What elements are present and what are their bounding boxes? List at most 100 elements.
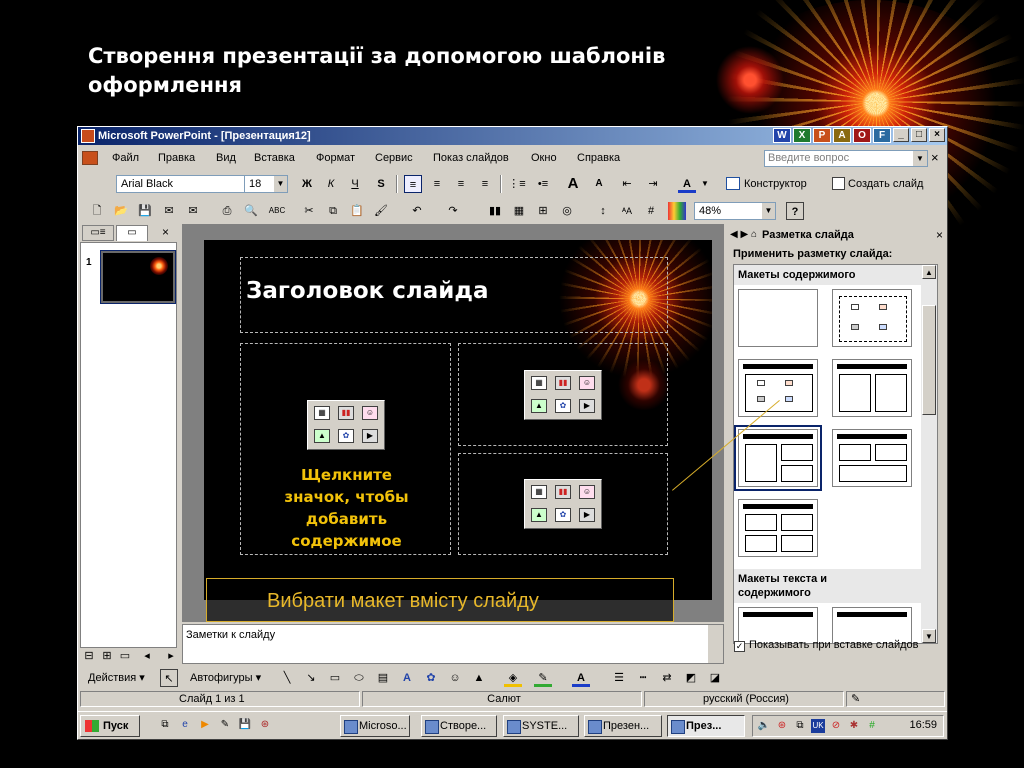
insert-diagram-icon[interactable]: ✿	[555, 399, 571, 413]
save-icon[interactable]: 💾	[136, 202, 154, 220]
layout-title-content-over-two[interactable]	[734, 425, 822, 491]
insert-chart-icon[interactable]: ▮▮	[555, 376, 571, 390]
network-icon[interactable]: ⧉	[793, 719, 807, 733]
outline-tab-icon[interactable]: ▭≡	[82, 225, 114, 241]
open-folder-icon[interactable]: 📂	[112, 202, 130, 220]
underline-button[interactable]: Ч	[346, 175, 364, 193]
show-desktop-icon[interactable]: ⧉	[158, 718, 172, 732]
checkbox-checked-icon[interactable]: ✓	[734, 641, 745, 652]
help-icon[interactable]: ?	[786, 202, 804, 220]
insert-media-icon[interactable]: ▶	[362, 429, 378, 443]
menu-edit[interactable]: Правка	[158, 147, 195, 169]
close-button[interactable]: ×	[929, 128, 945, 142]
task-pane-back-icon[interactable]: ◀ ▶ ⌂	[730, 226, 757, 244]
scroll-left-icon[interactable]: ◂	[138, 647, 156, 665]
autoshapes-menu-button[interactable]: Автофигуры ▾	[190, 669, 261, 687]
layout-content[interactable]	[832, 289, 912, 347]
arrow-tool-icon[interactable]: ↘	[302, 669, 320, 687]
menu-help[interactable]: Справка	[577, 147, 620, 169]
grid-icon[interactable]: #	[642, 202, 660, 220]
taskbar-task-search[interactable]: SYSTE...	[503, 715, 579, 737]
language-uk-icon[interactable]: UK	[811, 719, 825, 733]
3d-style-icon[interactable]: ◪	[706, 669, 724, 687]
insert-table-icon[interactable]: ▦	[531, 376, 547, 390]
select-pointer-icon[interactable]: ↖	[160, 669, 178, 687]
new-slide-button[interactable]: Создать слайд	[830, 175, 923, 193]
help-question-input[interactable]: Введите вопрос ▼	[764, 150, 928, 167]
insert-chart-icon[interactable]: ▮▮	[486, 202, 504, 220]
document-close-button[interactable]: ×	[931, 150, 939, 165]
align-right-icon[interactable]: ≡	[452, 175, 470, 193]
paste-icon[interactable]: 📋	[348, 202, 366, 220]
oval-tool-icon[interactable]: ⬭	[350, 669, 368, 687]
cut-icon[interactable]: ✂	[300, 202, 318, 220]
close-icon[interactable]: ×	[162, 225, 169, 239]
chevron-down-icon[interactable]: ▼	[762, 203, 775, 219]
font-color-icon[interactable]: A	[572, 669, 590, 687]
layout-title-four-content[interactable]	[738, 499, 818, 557]
content-placeholder-left[interactable]: ▦ ▮▮ ☺ ▲ ✿ ▶ Щелкните значок, чтобы доба…	[240, 343, 451, 555]
bold-button[interactable]: Ж	[298, 175, 316, 193]
numbering-icon[interactable]: ⋮≡	[508, 175, 526, 193]
notes-icon[interactable]: ✎	[218, 718, 232, 732]
close-icon[interactable]: ×	[936, 226, 943, 244]
dash-style-icon[interactable]: ┅	[634, 669, 652, 687]
increase-indent-icon[interactable]: ⇥	[644, 175, 662, 193]
word-app-icon[interactable]: W	[773, 128, 791, 143]
powerpoint-app-icon[interactable]	[81, 129, 95, 143]
slides-tab-icon[interactable]: ▭	[116, 225, 148, 241]
window-titlebar[interactable]: Microsoft PowerPoint - [Презентация12] W…	[78, 127, 947, 145]
diagram-tool-icon[interactable]: ✿	[422, 669, 440, 687]
insert-clipart-icon[interactable]: ☺	[362, 406, 378, 420]
maximize-button[interactable]: □	[911, 128, 927, 142]
content-placeholder-bottom-right[interactable]: ▦ ▮▮ ☺ ▲ ✿ ▶	[458, 453, 668, 555]
spelling-icon[interactable]: ABC	[268, 202, 286, 220]
content-placeholder-top-right[interactable]: ▦ ▮▮ ☺ ▲ ✿ ▶	[458, 343, 668, 446]
taskbar-task-word[interactable]: Microso...	[340, 715, 410, 737]
slideshow-view-icon[interactable]: ▭	[116, 647, 134, 665]
menu-window[interactable]: Окно	[531, 147, 557, 169]
sorter-view-icon[interactable]: ⊞	[98, 647, 116, 665]
task-pane-title[interactable]: Разметка слайда	[762, 229, 854, 241]
undo-icon[interactable]: ↶	[408, 202, 426, 220]
insert-diagram-icon[interactable]: ✿	[555, 508, 571, 522]
update-tray-icon[interactable]: #	[865, 719, 879, 733]
scrollbar-thumb[interactable]	[922, 305, 936, 415]
picture-tool-icon[interactable]: ▲	[470, 669, 488, 687]
insert-clipart-icon[interactable]: ☺	[579, 485, 595, 499]
insert-media-icon[interactable]: ▶	[579, 399, 595, 413]
redo-icon[interactable]: ↷	[444, 202, 462, 220]
save-icon[interactable]: 💾	[238, 718, 252, 732]
ie-icon[interactable]: e	[178, 718, 192, 732]
textbox-tool-icon[interactable]: ▤	[374, 669, 392, 687]
align-center-icon[interactable]: ≡	[428, 175, 446, 193]
arrow-style-icon[interactable]: ⇄	[658, 669, 676, 687]
layout-title-two-over-content[interactable]	[832, 429, 912, 487]
document-icon[interactable]	[82, 151, 98, 165]
menu-insert[interactable]: Вставка	[254, 147, 295, 169]
line-style-icon[interactable]: ☰	[610, 669, 628, 687]
print-icon[interactable]: ⎙	[218, 202, 236, 220]
insert-clipart-icon[interactable]: ☺	[579, 376, 595, 390]
align-left-icon[interactable]: ≡	[404, 175, 422, 193]
access-app-icon[interactable]: A	[833, 128, 851, 143]
layout-blank[interactable]	[738, 289, 818, 347]
font-size-select[interactable]: 18 ▼	[244, 175, 288, 193]
permission-icon[interactable]: ✉	[160, 202, 178, 220]
taskbar-task-presentation-active[interactable]: През...	[667, 715, 745, 737]
tool-tray-icon[interactable]: ✱	[847, 719, 861, 733]
line-color-icon[interactable]: ✎	[534, 669, 552, 687]
format-painter-icon[interactable]: 🖌	[372, 202, 390, 220]
menu-tools[interactable]: Сервис	[375, 147, 413, 169]
clipart-tool-icon[interactable]: ☺	[446, 669, 464, 687]
notes-pane[interactable]: Заметки к слайду	[182, 624, 724, 664]
excel-app-icon[interactable]: X	[793, 128, 811, 143]
taskbar-task-presentation[interactable]: Презен...	[584, 715, 662, 737]
speaker-icon[interactable]: 🔈	[757, 719, 771, 733]
copy-icon[interactable]: ⧉	[324, 202, 342, 220]
chevron-down-icon[interactable]: ▼	[913, 151, 927, 166]
insert-picture-icon[interactable]: ▲	[531, 399, 547, 413]
decrease-indent-icon[interactable]: ⇤	[618, 175, 636, 193]
normal-view-icon[interactable]: ⊟	[80, 647, 98, 665]
scroll-up-icon[interactable]: ▲	[922, 265, 936, 279]
